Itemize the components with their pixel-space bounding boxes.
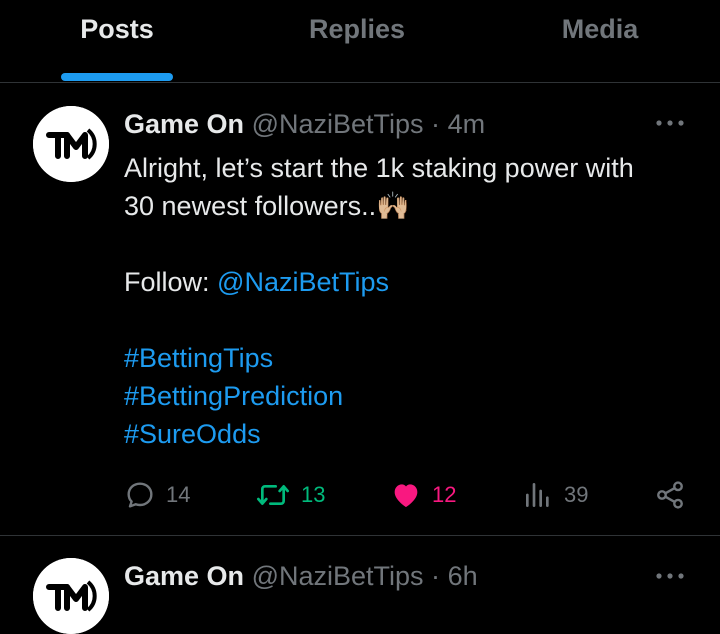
more-options-icon[interactable] <box>654 566 686 586</box>
author-name[interactable]: Game On <box>124 561 244 591</box>
author-name[interactable]: Game On <box>124 109 244 139</box>
active-tab-indicator <box>61 73 173 81</box>
tab-media[interactable]: Media <box>545 14 655 54</box>
separator: · <box>431 561 441 591</box>
share-icon <box>657 481 683 509</box>
author-handle[interactable]: @NaziBetTips <box>252 109 424 139</box>
separator: · <box>431 109 441 139</box>
post-text-line: 30 newest followers..🙌🏼 <box>124 191 410 221</box>
repost-icon <box>257 485 289 505</box>
post-time[interactable]: 6h <box>448 561 478 591</box>
view-count: 39 <box>564 482 589 507</box>
mention-link[interactable]: @NaziBetTips <box>217 267 389 297</box>
post-text-line: Alright, let’s start the 1k staking powe… <box>124 153 634 183</box>
avatar[interactable] <box>33 106 109 182</box>
hashtag-link[interactable]: #BettingTips <box>124 339 704 377</box>
reply-icon <box>127 482 153 508</box>
reply-count: 14 <box>166 482 191 507</box>
profile-tabs: Posts Replies Media <box>0 0 720 83</box>
tab-posts[interactable]: Posts <box>61 14 173 54</box>
repost-count: 13 <box>301 482 326 507</box>
avatar[interactable] <box>33 558 109 634</box>
views-button[interactable]: 39 <box>522 475 588 515</box>
post-text: Alright, let’s start the 1k staking powe… <box>124 149 704 453</box>
hashtag-link[interactable]: #BettingPrediction <box>124 377 704 415</box>
post-actions: 14 13 12 39 <box>0 475 720 515</box>
heart-icon <box>394 484 418 507</box>
share-button[interactable] <box>654 475 696 515</box>
more-options-icon[interactable] <box>654 113 686 133</box>
post[interactable]: Game On @NaziBetTips · 6h <box>0 536 720 634</box>
post-header: Game On @NaziBetTips · 4m <box>124 109 485 140</box>
hashtag-link[interactable]: #SureOdds <box>124 415 704 453</box>
repost-button[interactable]: 13 <box>255 475 325 515</box>
follow-line: Follow: @NaziBetTips <box>124 263 704 301</box>
post-time[interactable]: 4m <box>448 109 486 139</box>
post-header: Game On @NaziBetTips · 6h <box>124 561 478 592</box>
like-count: 12 <box>432 482 457 507</box>
views-icon <box>526 483 549 507</box>
author-handle[interactable]: @NaziBetTips <box>252 561 424 591</box>
follow-label: Follow: <box>124 267 210 297</box>
tm-logo-icon <box>33 558 109 634</box>
tab-replies[interactable]: Replies <box>297 14 417 54</box>
post[interactable]: Game On @NaziBetTips · 4m Alright, let’s… <box>0 83 720 536</box>
reply-button[interactable]: 14 <box>124 475 190 515</box>
tm-logo-icon <box>33 106 109 182</box>
like-button[interactable]: 12 <box>390 475 456 515</box>
